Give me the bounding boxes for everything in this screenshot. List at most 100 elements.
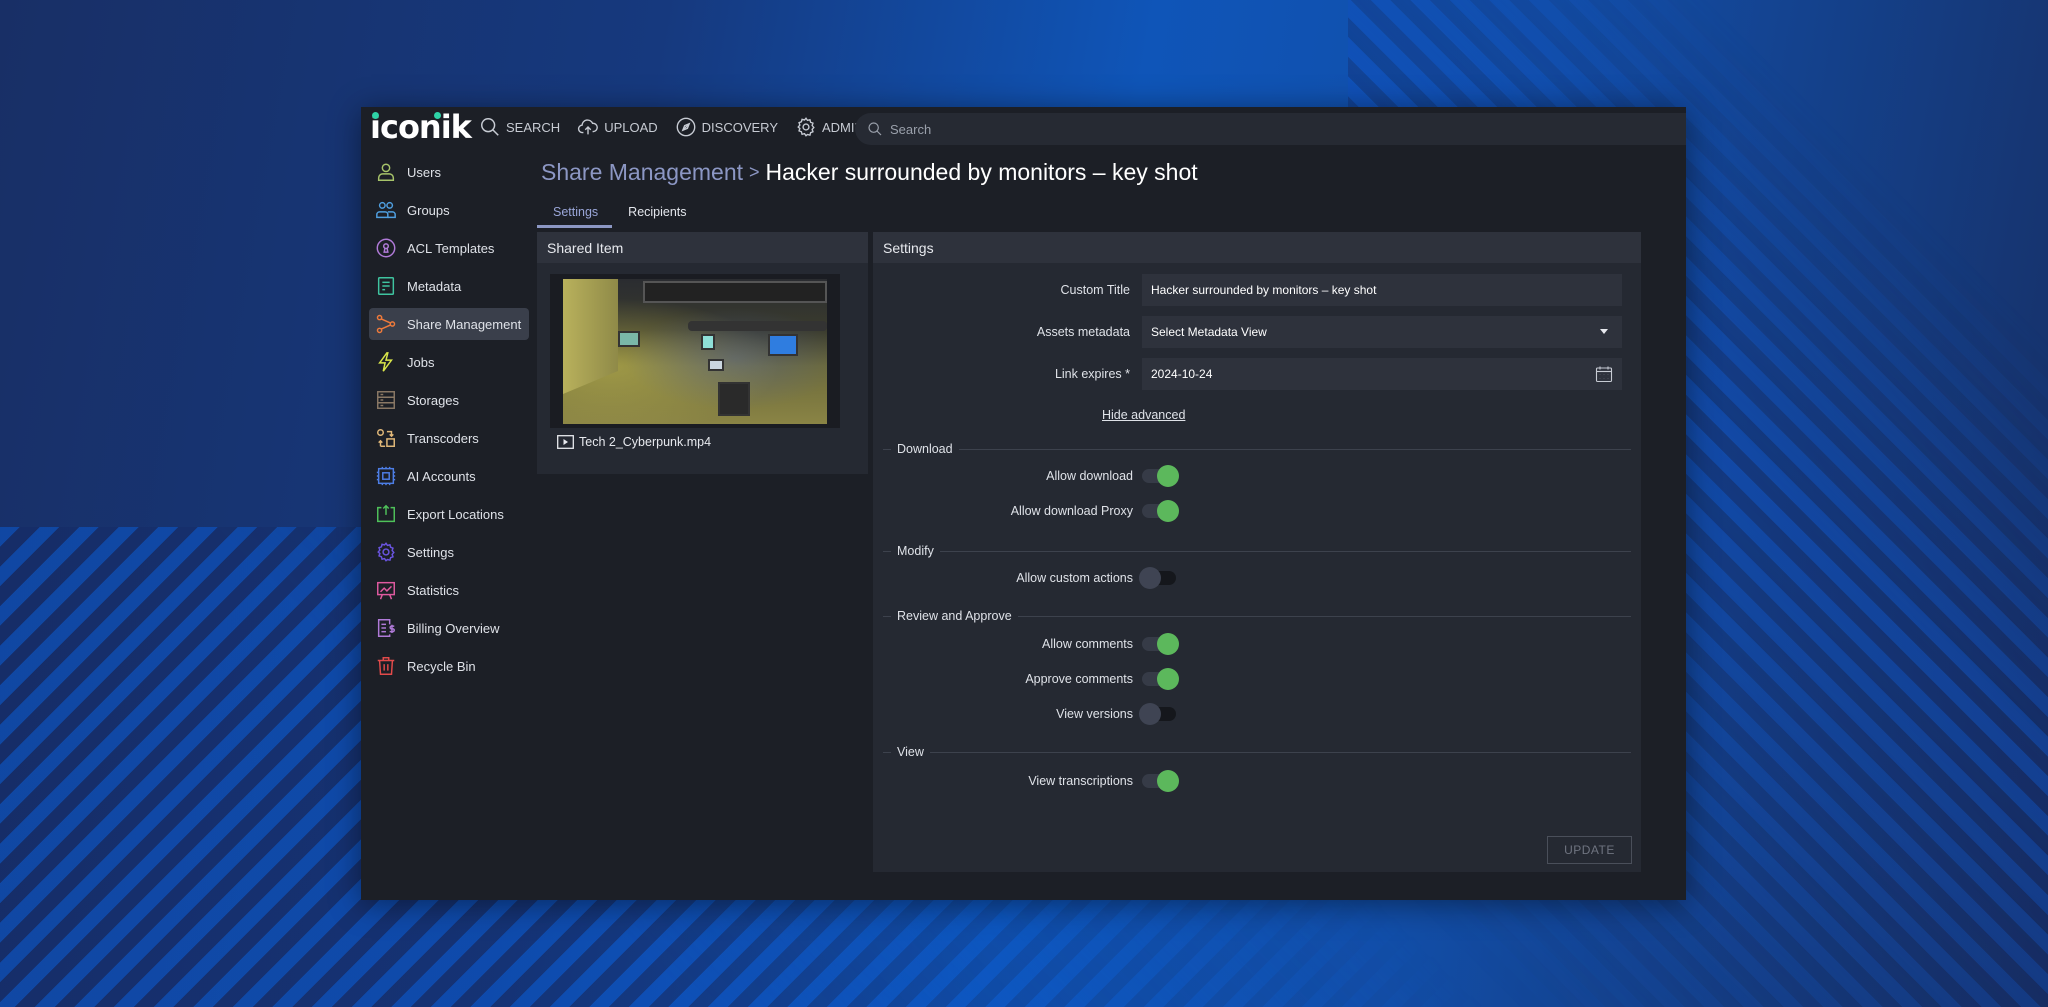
sidebar-item-label: Share Management xyxy=(407,316,522,332)
assets-metadata-value: Select Metadata View xyxy=(1151,325,1267,339)
nav-upload[interactable]: UPLOAD xyxy=(577,116,658,138)
breadcrumb-parent-link[interactable]: Share Management xyxy=(541,159,743,186)
tab-bar: Settings Recipients xyxy=(537,199,703,228)
billing-icon xyxy=(375,617,397,639)
view-versions-toggle[interactable] xyxy=(1139,703,1179,725)
link-expires-value: 2024-10-24 xyxy=(1151,367,1213,381)
trash-icon xyxy=(375,655,397,677)
sidebar-item-jobs[interactable]: Jobs xyxy=(369,346,529,378)
sidebar-item-label: Jobs xyxy=(407,354,435,370)
sidebar-item-users[interactable]: Users xyxy=(369,156,529,188)
search-icon xyxy=(868,122,882,136)
sidebar-item-label: ACL Templates xyxy=(407,240,495,256)
transcode-icon xyxy=(375,427,397,449)
nav-search[interactable]: SEARCH xyxy=(479,116,560,138)
lightning-icon xyxy=(375,351,397,373)
allow-download-toggle[interactable] xyxy=(1139,465,1179,487)
shared-file[interactable]: Tech 2_Cyberpunk.mp4 xyxy=(557,435,711,449)
file-name: Tech 2_Cyberpunk.mp4 xyxy=(579,435,712,449)
chevron-down-icon xyxy=(1600,329,1608,334)
asset-thumbnail[interactable] xyxy=(563,279,827,424)
calendar-icon[interactable] xyxy=(1595,365,1613,383)
view-transcriptions-row: View transcriptions xyxy=(873,768,1273,794)
compass-icon xyxy=(676,117,696,137)
settings-panel: Settings Custom Title Assets metadata Se… xyxy=(873,232,1641,872)
sidebar-item-statistics[interactable]: Statistics xyxy=(369,574,529,606)
approve-comments-toggle[interactable] xyxy=(1139,668,1179,690)
iconik-logo[interactable]: iconik xyxy=(370,109,472,145)
allow-download-proxy-row: Allow download Proxy xyxy=(873,498,1273,524)
breadcrumb: Share Management > Hacker surrounded by … xyxy=(541,159,1198,186)
sidebar-item-label: Statistics xyxy=(407,582,460,598)
video-file-icon xyxy=(557,435,574,449)
update-button[interactable]: UPDATE xyxy=(1547,836,1632,864)
link-expires-row: Link expires * 2024-10-24 xyxy=(873,358,1641,390)
global-search-input[interactable] xyxy=(890,121,1490,137)
allow-comments-row: Allow comments xyxy=(873,631,1273,657)
storage-icon xyxy=(375,389,397,411)
shared-item-header: Shared Item xyxy=(537,232,868,263)
sidebar-item-label: Export Locations xyxy=(407,506,504,522)
nav-discovery[interactable]: DISCOVERY xyxy=(675,116,778,138)
allow-comments-toggle[interactable] xyxy=(1139,633,1179,655)
sidebar-item-transcoders[interactable]: Transcoders xyxy=(369,422,529,454)
view-transcriptions-toggle[interactable] xyxy=(1139,770,1179,792)
export-icon xyxy=(375,503,397,525)
search-icon xyxy=(481,118,499,136)
link-expires-input[interactable]: 2024-10-24 xyxy=(1142,358,1622,390)
hide-advanced-link[interactable]: Hide advanced xyxy=(1102,408,1185,422)
sidebar-item-acl-templates[interactable]: ACL Templates xyxy=(369,232,529,264)
logo-dot xyxy=(372,112,379,119)
share-icon xyxy=(375,313,397,335)
sidebar-item-storages[interactable]: Storages xyxy=(369,384,529,416)
toggle-label: Allow download Proxy xyxy=(1010,504,1133,518)
tab-settings[interactable]: Settings xyxy=(537,199,613,228)
global-search-field[interactable] xyxy=(855,113,1686,145)
sidebar-item-label: Transcoders xyxy=(407,430,479,446)
chart-board-icon xyxy=(375,579,397,601)
custom-title-input[interactable] xyxy=(1142,274,1622,306)
logo-dot xyxy=(434,112,441,119)
sidebar-item-ai-accounts[interactable]: AI Accounts xyxy=(369,460,529,492)
sidebar-item-billing-overview[interactable]: Billing Overview xyxy=(369,612,529,644)
assets-metadata-select[interactable]: Select Metadata View xyxy=(1142,316,1622,348)
toggle-label: Approve comments xyxy=(1025,672,1133,686)
gear-icon xyxy=(797,117,815,137)
gear-icon xyxy=(375,541,397,563)
asset-thumbnail-frame[interactable] xyxy=(550,274,840,428)
nav-upload-label: UPLOAD xyxy=(604,119,658,135)
keyhole-icon xyxy=(375,237,397,259)
document-icon xyxy=(375,275,397,297)
breadcrumb-chevron-icon: > xyxy=(749,162,760,182)
settings-header: Settings xyxy=(873,232,1641,263)
sidebar-item-export-locations[interactable]: Export Locations xyxy=(369,498,529,530)
nav-admin[interactable]: ADMIN xyxy=(795,116,864,138)
top-navigation-bar: iconik SEARCH UPLOAD DISCOVERY ADMIN xyxy=(361,107,1686,147)
section-download: Download xyxy=(883,441,1631,457)
custom-title-row: Custom Title xyxy=(873,274,1641,306)
sidebar-item-share-management[interactable]: Share Management xyxy=(369,308,529,340)
nav-discovery-label: DISCOVERY xyxy=(701,119,778,135)
sidebar-item-metadata[interactable]: Metadata xyxy=(369,270,529,302)
allow-custom-actions-row: Allow custom actions xyxy=(873,565,1273,591)
toggle-label: Allow download xyxy=(1046,469,1133,483)
sidebar-item-label: Recycle Bin xyxy=(407,658,476,674)
user-icon xyxy=(375,161,397,183)
section-title: Modify xyxy=(897,544,934,558)
link-expires-label: Link expires * xyxy=(1054,367,1130,381)
allow-download-proxy-toggle[interactable] xyxy=(1139,500,1179,522)
group-icon xyxy=(375,199,397,221)
sidebar-item-label: Users xyxy=(407,164,441,180)
sidebar-item-groups[interactable]: Groups xyxy=(369,194,529,226)
tab-recipients[interactable]: Recipients xyxy=(628,199,686,228)
section-review-and-approve: Review and Approve xyxy=(883,608,1631,624)
sidebar-item-recycle-bin[interactable]: Recycle Bin xyxy=(369,650,529,682)
toggle-label: View transcriptions xyxy=(1028,774,1133,788)
sidebar-item-settings[interactable]: Settings xyxy=(369,536,529,568)
assets-metadata-label: Assets metadata xyxy=(1036,325,1130,339)
allow-custom-actions-toggle[interactable] xyxy=(1139,567,1179,589)
chip-icon xyxy=(375,465,397,487)
assets-metadata-row: Assets metadata Select Metadata View xyxy=(873,316,1641,348)
section-view: View xyxy=(883,744,1631,760)
section-title: View xyxy=(897,745,924,759)
